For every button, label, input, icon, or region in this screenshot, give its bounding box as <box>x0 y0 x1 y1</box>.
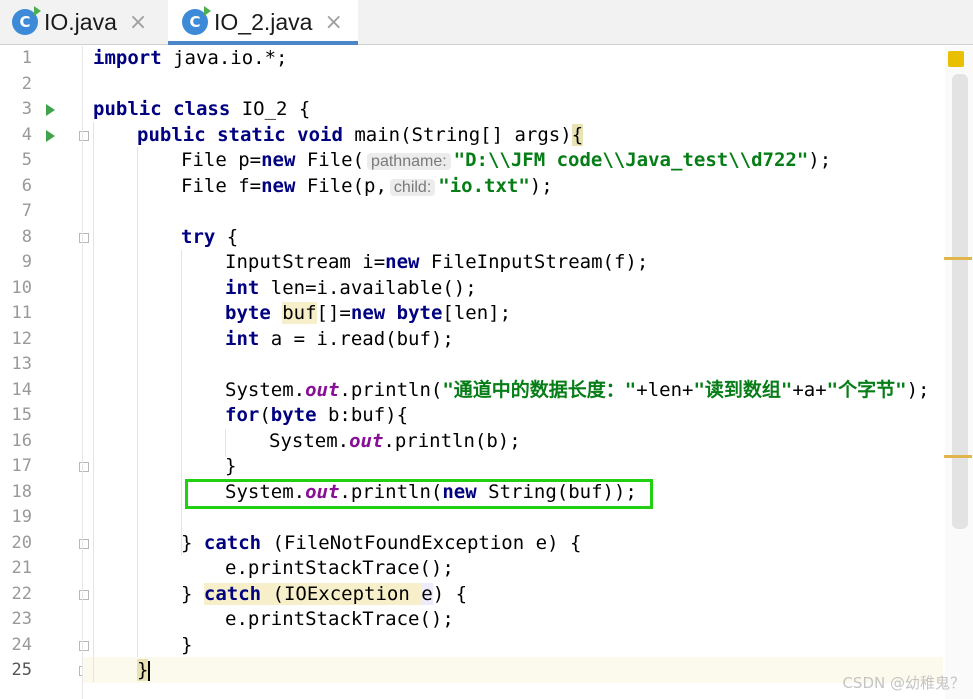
close-icon[interactable]: × <box>324 10 342 35</box>
java-class-icon: C <box>12 6 41 35</box>
code-line-1[interactable]: import java.io.*; <box>93 46 287 72</box>
code-line-6[interactable]: File f=new File(p, child: "io.txt"); <box>93 174 553 200</box>
line-number[interactable]: 1 <box>0 46 32 72</box>
active-tab-indicator <box>168 41 358 45</box>
tab-io-2-java[interactable]: C IO_2.java × <box>168 0 358 45</box>
current-line-highlight <box>83 657 943 683</box>
scrollbar-thumb[interactable] <box>952 74 968 529</box>
line-number[interactable]: 24 <box>0 633 32 659</box>
code-line-21[interactable]: e.printStackTrace(); <box>93 556 454 582</box>
parameter-hint: pathname: <box>367 153 451 170</box>
text-caret <box>148 660 151 681</box>
run-icon[interactable] <box>46 104 55 116</box>
line-number[interactable]: 15 <box>0 403 32 429</box>
line-number[interactable]: 19 <box>0 505 32 531</box>
highlight-box <box>185 479 653 509</box>
code-line-24[interactable]: } <box>93 633 192 659</box>
line-number[interactable]: 14 <box>0 378 32 404</box>
line-number[interactable]: 10 <box>0 276 32 302</box>
warning-stripe-mark[interactable] <box>944 257 972 260</box>
line-number[interactable]: 8 <box>0 225 32 251</box>
line-number[interactable]: 20 <box>0 531 32 557</box>
line-number[interactable]: 22 <box>0 582 32 608</box>
editor-tab-bar: C IO.java × C IO_2.java × <box>0 0 973 45</box>
line-number[interactable]: 23 <box>0 607 32 633</box>
line-number[interactable]: 2 <box>0 72 32 98</box>
line-number[interactable]: 16 <box>0 429 32 455</box>
tab-label: IO_2.java <box>214 8 313 35</box>
close-icon[interactable]: × <box>129 10 147 35</box>
line-number[interactable]: 5 <box>0 148 32 174</box>
warning-indicator-icon[interactable] <box>948 51 964 67</box>
parameter-hint: child: <box>389 178 436 196</box>
line-number[interactable]: 18 <box>0 480 32 506</box>
line-number[interactable]: 7 <box>0 199 32 225</box>
code-line-3[interactable]: public class IO_2 { <box>93 97 310 123</box>
line-number[interactable]: 12 <box>0 327 32 353</box>
code-line-20[interactable]: } catch (FileNotFoundException e) { <box>93 531 581 557</box>
line-number[interactable]: 17 <box>0 454 32 480</box>
java-class-icon: C <box>182 6 211 35</box>
code-line-5[interactable]: File p=new File(pathname: "D:\\JFM code\\… <box>93 148 831 174</box>
code-editor[interactable]: import java.io.*; public class IO_2 { pu… <box>83 46 943 699</box>
code-line-9[interactable]: InputStream i=new FileInputStream(f); <box>93 250 648 276</box>
line-number[interactable]: 21 <box>0 556 32 582</box>
tab-label: IO.java <box>44 8 117 35</box>
code-line-12[interactable]: int a = i.read(buf); <box>93 327 454 353</box>
code-line-11[interactable]: byte buf[]=new byte[len]; <box>93 301 511 327</box>
code-line-17[interactable]: } <box>93 454 236 480</box>
line-number-gutter[interactable]: 1 2 3 4 5 6 7 8 9 10 11 12 13 14 15 16 17 18 19 20 21 22 23 24 2… <box>0 46 89 699</box>
line-number[interactable]: 4 <box>0 123 32 149</box>
code-line-8[interactable]: try { <box>93 225 238 251</box>
code-line-23[interactable]: e.printStackTrace(); <box>93 607 454 633</box>
line-number[interactable]: 9 <box>0 250 32 276</box>
code-line-15[interactable]: for(byte b:buf){ <box>93 403 408 429</box>
code-line-4[interactable]: public static void main(String[] args){ <box>93 123 584 149</box>
line-number[interactable]: 25 <box>0 658 32 684</box>
line-number[interactable]: 13 <box>0 352 32 378</box>
tab-io-java[interactable]: C IO.java × <box>12 0 160 44</box>
line-number[interactable]: 11 <box>0 301 32 327</box>
code-line-14[interactable]: System.out.println("通道中的数据长度："+len+"读到数组… <box>93 378 929 404</box>
line-number[interactable]: 3 <box>0 97 32 123</box>
code-line-25[interactable]: } <box>93 658 151 684</box>
line-number[interactable]: 6 <box>0 174 32 200</box>
code-line-16[interactable]: System.out.println(b); <box>93 429 521 455</box>
run-icon[interactable] <box>46 129 55 142</box>
warning-stripe-mark[interactable] <box>944 455 972 458</box>
code-line-22[interactable]: } catch (IOException e) { <box>93 582 467 608</box>
code-line-10[interactable]: int len=i.available(); <box>93 276 477 302</box>
watermark: CSDN @幼稚鬼？ <box>842 674 965 692</box>
